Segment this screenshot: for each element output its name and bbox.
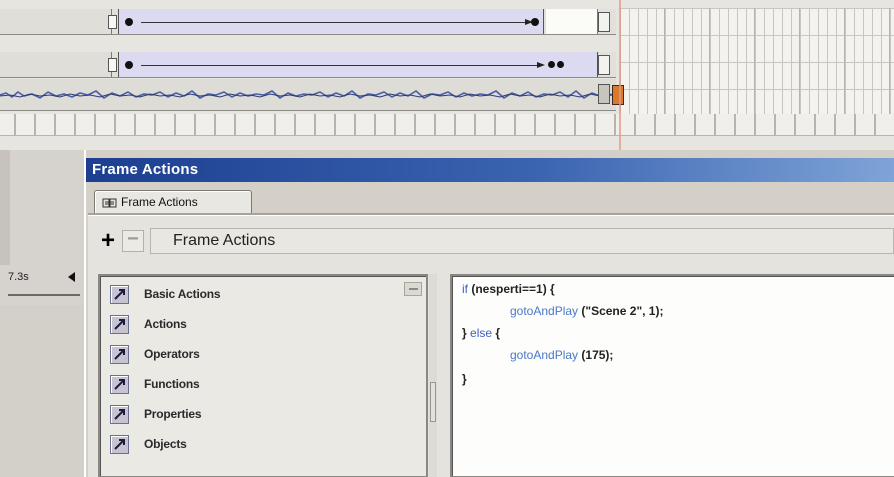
breadcrumb: Frame Actions xyxy=(150,228,894,254)
add-action-button[interactable]: + xyxy=(98,229,118,253)
code-text: } xyxy=(462,326,471,340)
list-item-objects[interactable]: Objects xyxy=(110,434,410,458)
layer-name-cell[interactable] xyxy=(0,52,112,77)
scroll-left-arrow-icon[interactable] xyxy=(64,269,82,285)
code-text: ("Scene 2", 1); xyxy=(578,304,664,318)
book-icon xyxy=(110,285,129,304)
category-label: Actions xyxy=(144,317,187,331)
tween-arrowhead xyxy=(537,61,545,68)
splitter-handle[interactable] xyxy=(430,382,436,422)
code-line-1: if (nesperti==1) { xyxy=(462,282,555,296)
keyframe-marker xyxy=(108,58,117,72)
motion-tween-span[interactable] xyxy=(118,52,598,77)
divider xyxy=(8,294,80,296)
category-label: Properties xyxy=(144,407,202,421)
code-keyword: else xyxy=(470,326,493,340)
keyframe-dot[interactable] xyxy=(531,17,539,26)
book-icon xyxy=(110,315,129,334)
script-editor[interactable]: if (nesperti==1) { gotoAndPlay ("Scene 2… xyxy=(450,274,894,477)
code-text: (nesperti==1) { xyxy=(468,282,555,296)
code-function: gotoAndPlay xyxy=(510,304,579,318)
book-icon xyxy=(110,405,129,424)
code-line-5: } xyxy=(462,372,467,386)
sound-waveform xyxy=(0,79,616,110)
category-label: Basic Actions xyxy=(144,287,221,301)
actions-toolbar: + − Frame Actions xyxy=(94,228,894,254)
frame-actions-panel: Frame Actions Frame Actions + − Frame Ac… xyxy=(84,150,894,477)
code-text: } xyxy=(462,372,467,386)
end-frame-box[interactable] xyxy=(598,55,610,75)
list-item-basic-actions[interactable]: Basic Actions xyxy=(110,284,410,308)
keyframe-marker xyxy=(108,15,117,29)
tween-arrow-line xyxy=(141,64,537,66)
list-item-operators[interactable]: Operators xyxy=(110,344,410,368)
code-text: { xyxy=(492,326,501,340)
code-function: gotoAndPlay xyxy=(510,348,579,362)
tab-content: + − Frame Actions Basic Actions Actions xyxy=(88,215,894,477)
tween-arrow-line xyxy=(141,21,525,23)
remove-action-button[interactable]: − xyxy=(122,229,144,252)
keyframe-dot[interactable] xyxy=(125,17,133,26)
code-line-2: gotoAndPlay ("Scene 2", 1); xyxy=(510,304,663,318)
list-item-actions[interactable]: Actions xyxy=(110,314,410,338)
empty-frames[interactable] xyxy=(546,9,598,34)
elapsed-time: 7.3s xyxy=(8,271,29,283)
keyframe-dot[interactable] xyxy=(557,60,564,68)
layer-name-cell[interactable] xyxy=(0,9,112,34)
timeline-empty-area xyxy=(0,305,84,477)
list-item-functions[interactable]: Functions xyxy=(110,374,410,398)
playhead[interactable] xyxy=(619,0,621,150)
panel-title: Frame Actions xyxy=(92,161,199,178)
end-frame-box[interactable] xyxy=(598,12,610,32)
timeline xyxy=(0,0,894,150)
sound-end-marker[interactable] xyxy=(612,85,624,105)
category-label: Functions xyxy=(144,377,200,391)
motion-tween-span[interactable] xyxy=(118,9,544,34)
category-label: Objects xyxy=(144,437,187,451)
flash-authoring-window: 7.3s Frame Actions Frame Actions + − Fra… xyxy=(0,0,894,477)
keyframe-dot[interactable] xyxy=(125,60,133,69)
category-label: Operators xyxy=(144,347,200,361)
frame-actions-icon xyxy=(102,196,118,208)
timeline-layer-1[interactable] xyxy=(0,9,616,35)
waveform-graphic xyxy=(0,89,615,99)
book-icon xyxy=(110,345,129,364)
keyframe-dot[interactable] xyxy=(548,60,555,68)
list-item-properties[interactable]: Properties xyxy=(110,404,410,428)
frame-ruler[interactable] xyxy=(0,114,894,136)
frame-grid[interactable] xyxy=(620,8,894,114)
timeline-status-strip: 7.3s xyxy=(0,265,84,305)
code-line-3: } else { xyxy=(462,326,500,340)
code-line-4: gotoAndPlay (175); xyxy=(510,348,613,362)
list-scroll-up-button[interactable] xyxy=(404,282,422,296)
book-icon xyxy=(110,375,129,394)
pane-splitter[interactable] xyxy=(429,274,437,477)
timeline-layer-2[interactable] xyxy=(0,52,616,78)
actions-toolbox-list[interactable]: Basic Actions Actions Operators Function… xyxy=(98,274,428,477)
timeline-layer-sound[interactable] xyxy=(0,79,624,111)
book-icon xyxy=(110,435,129,454)
end-frame-box[interactable] xyxy=(598,84,610,104)
code-text: (175); xyxy=(578,348,614,362)
tab-label: Frame Actions xyxy=(121,195,198,209)
tab-frame-actions[interactable]: Frame Actions xyxy=(94,190,252,214)
panel-title-bar[interactable]: Frame Actions xyxy=(86,158,894,182)
